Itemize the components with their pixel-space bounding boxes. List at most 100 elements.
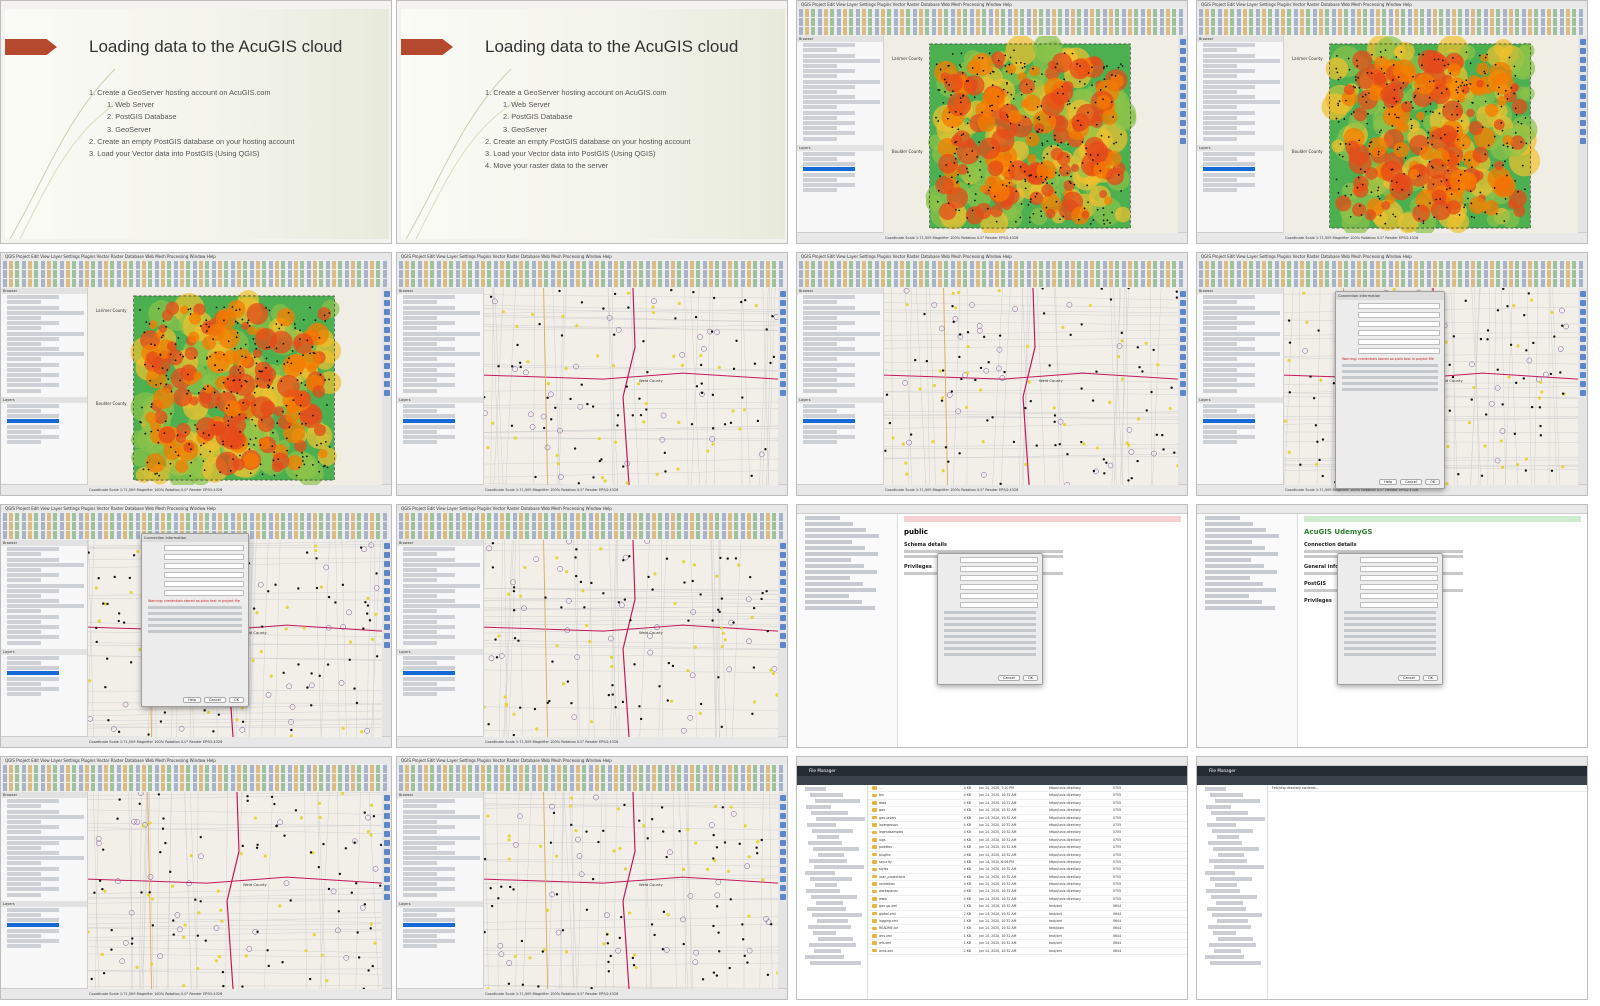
tool-icon[interactable] bbox=[383, 561, 390, 567]
tool-icon[interactable] bbox=[1579, 372, 1586, 378]
file-row[interactable]: layergroups 4 KB Jun 14, 2020, 10:32 AM htt… bbox=[868, 822, 1187, 830]
toolbar-row[interactable] bbox=[399, 531, 785, 539]
option-checkbox[interactable] bbox=[1342, 376, 1438, 379]
tool-icon[interactable] bbox=[779, 606, 786, 612]
tree-item[interactable] bbox=[805, 606, 875, 610]
tool-icon[interactable] bbox=[383, 606, 390, 612]
browser-tree-item[interactable] bbox=[403, 840, 455, 845]
tree-item[interactable] bbox=[1208, 841, 1242, 845]
menu-bar[interactable]: QGIS Project Edit View Layer Settings Pl… bbox=[1, 505, 391, 512]
browser-tree-item[interactable] bbox=[7, 799, 59, 804]
browser-tree-item[interactable] bbox=[403, 583, 480, 588]
tree-item[interactable] bbox=[1210, 960, 1262, 965]
tree-item[interactable] bbox=[817, 835, 839, 839]
browser-tree-item[interactable] bbox=[803, 79, 880, 84]
browser-tree-item[interactable] bbox=[403, 373, 455, 377]
tool-icon[interactable] bbox=[779, 831, 786, 837]
tool-icon[interactable] bbox=[383, 300, 390, 306]
toolbar-row[interactable] bbox=[799, 9, 1185, 17]
menu-bar[interactable]: QGIS Project Edit View Layer Settings Pl… bbox=[397, 757, 787, 764]
layer-item[interactable] bbox=[1203, 167, 1255, 172]
layer-item[interactable] bbox=[7, 666, 59, 671]
option-row[interactable] bbox=[1344, 635, 1436, 638]
tool-icon[interactable] bbox=[779, 615, 786, 621]
browser-layers-pane[interactable]: Browser Layers bbox=[797, 288, 884, 485]
tool-icon[interactable] bbox=[383, 354, 390, 360]
browser-tree-item[interactable] bbox=[1203, 89, 1238, 94]
browser-tree-item[interactable] bbox=[803, 326, 838, 331]
layer-item[interactable] bbox=[803, 403, 855, 408]
browser-tree-item[interactable] bbox=[403, 357, 438, 362]
tool-icon[interactable] bbox=[1179, 66, 1186, 72]
toolbar-row[interactable] bbox=[3, 783, 389, 791]
option-row[interactable] bbox=[1344, 647, 1436, 650]
side-toolbar[interactable] bbox=[1578, 36, 1587, 233]
tool-icon[interactable] bbox=[1579, 93, 1586, 99]
tool-icon[interactable] bbox=[1179, 84, 1186, 90]
browser-tree-item[interactable] bbox=[403, 599, 455, 604]
browser-tree-item[interactable] bbox=[803, 126, 838, 131]
browser-tree-item[interactable] bbox=[1203, 79, 1280, 84]
browser-tree-item[interactable] bbox=[803, 48, 838, 53]
tree-item[interactable] bbox=[805, 534, 879, 538]
browser-tree-item[interactable] bbox=[7, 347, 59, 352]
tree-item[interactable] bbox=[814, 865, 864, 869]
tool-icon[interactable] bbox=[383, 390, 390, 396]
form-field[interactable] bbox=[960, 584, 1038, 590]
browser-tree-item[interactable] bbox=[1203, 136, 1238, 141]
browser-tree-item[interactable] bbox=[1203, 331, 1280, 336]
layer-item[interactable] bbox=[403, 429, 438, 434]
option-checkbox[interactable] bbox=[148, 624, 242, 627]
tool-icon[interactable] bbox=[779, 597, 786, 603]
layer-item[interactable] bbox=[803, 151, 855, 156]
browser-tree-item[interactable] bbox=[403, 336, 455, 341]
tool-icon[interactable] bbox=[383, 345, 390, 351]
browser-tree-item[interactable] bbox=[7, 321, 59, 326]
toolbar-row[interactable] bbox=[3, 774, 389, 782]
form-field[interactable] bbox=[1360, 593, 1438, 599]
tool-icon[interactable] bbox=[383, 615, 390, 621]
browser-tree-item[interactable] bbox=[803, 347, 855, 352]
tool-icon[interactable] bbox=[779, 858, 786, 864]
layer-item[interactable] bbox=[7, 403, 59, 408]
browser-chrome[interactable] bbox=[1197, 757, 1587, 766]
layer-item[interactable] bbox=[7, 928, 59, 933]
layer-item[interactable] bbox=[803, 429, 838, 434]
toolbar-row[interactable] bbox=[799, 27, 1185, 35]
option-checkbox[interactable] bbox=[148, 606, 242, 609]
tree-item[interactable] bbox=[805, 552, 878, 556]
toolbar-row[interactable] bbox=[3, 270, 389, 278]
tool-icon[interactable] bbox=[1179, 309, 1186, 315]
tool-icon[interactable] bbox=[1579, 363, 1586, 369]
side-toolbar[interactable] bbox=[382, 540, 391, 737]
tree-item[interactable] bbox=[1211, 811, 1249, 815]
file-row[interactable]: bin 4 KB Jun 14, 2020, 10:32 AM httpd/unix-… bbox=[868, 792, 1187, 800]
ok-button[interactable]: OK bbox=[1422, 675, 1438, 681]
browser-tree-item[interactable] bbox=[803, 336, 855, 341]
layer-item[interactable] bbox=[7, 686, 59, 691]
browser-tree-item[interactable] bbox=[403, 552, 438, 557]
browser-tree-item[interactable] bbox=[7, 871, 42, 876]
tool-icon[interactable] bbox=[1179, 111, 1186, 117]
side-toolbar[interactable] bbox=[778, 792, 787, 989]
browser-tree-item[interactable] bbox=[1203, 53, 1255, 58]
layer-item[interactable] bbox=[7, 671, 59, 676]
cancel-button[interactable]: Cancel bbox=[1400, 479, 1422, 485]
browser-tree-item[interactable] bbox=[403, 557, 455, 562]
browser-tree-item[interactable] bbox=[7, 830, 42, 835]
option-row[interactable] bbox=[944, 641, 1036, 644]
file-manager-toolbar[interactable]: + Folder+ FileUploadDownloadCopyMoveDele… bbox=[1197, 776, 1587, 792]
tool-icon[interactable] bbox=[1179, 57, 1186, 63]
browser-tree-item[interactable] bbox=[403, 300, 438, 305]
toolbar[interactable] bbox=[1197, 8, 1587, 37]
tool-icon[interactable] bbox=[1579, 381, 1586, 387]
tool-icon[interactable] bbox=[1179, 363, 1186, 369]
tool-icon[interactable] bbox=[1579, 120, 1586, 126]
tool-icon[interactable] bbox=[383, 633, 390, 639]
tree-item[interactable] bbox=[1205, 552, 1278, 556]
tree-item[interactable] bbox=[1205, 594, 1249, 598]
layer-item[interactable] bbox=[403, 440, 438, 445]
tool-icon[interactable] bbox=[383, 318, 390, 324]
browser-tree-item[interactable] bbox=[803, 131, 855, 136]
browser-layers-pane[interactable]: Browser Layers bbox=[397, 540, 484, 737]
